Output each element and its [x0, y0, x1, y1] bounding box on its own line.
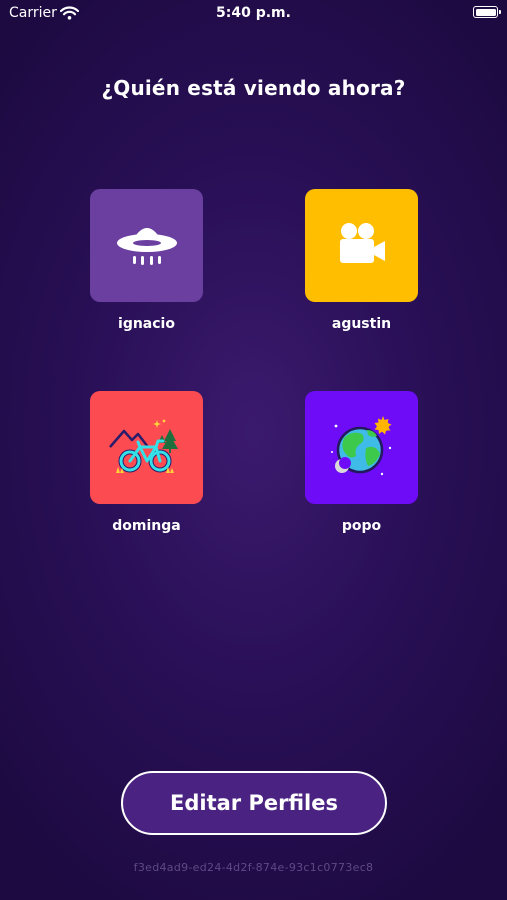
- movie-camera-icon: [339, 222, 385, 263]
- profile-popo[interactable]: popo: [305, 391, 418, 534]
- profile-ignacio[interactable]: ignacio: [90, 189, 203, 332]
- profile-agustin[interactable]: agustin: [305, 189, 418, 332]
- planet-earth-icon: [330, 415, 391, 475]
- device-id: f3ed4ad9-ed24-4d2f-874e-93c1c0773ec8: [133, 861, 374, 874]
- bicycle-mountains-icon: [108, 419, 178, 473]
- profile-name: ignacio: [118, 316, 175, 332]
- profile-avatar[interactable]: [90, 391, 203, 504]
- battery-icon: [473, 6, 501, 18]
- page-title: ¿Quién está viendo ahora?: [101, 76, 406, 100]
- profile-name: popo: [341, 518, 382, 534]
- clock-time: 5:40 p.m.: [216, 5, 291, 21]
- edit-profiles-button[interactable]: Editar Perfiles: [121, 771, 387, 835]
- profile-avatar[interactable]: [305, 189, 418, 302]
- profile-dominga[interactable]: dominga: [90, 391, 203, 534]
- ufo-icon: [116, 227, 177, 265]
- status-bar: Carrier 5:40 p.m.: [0, 0, 507, 30]
- profile-name: agustin: [331, 316, 392, 332]
- profile-avatar[interactable]: [305, 391, 418, 504]
- profile-avatar[interactable]: [90, 189, 203, 302]
- profile-name: dominga: [112, 518, 181, 534]
